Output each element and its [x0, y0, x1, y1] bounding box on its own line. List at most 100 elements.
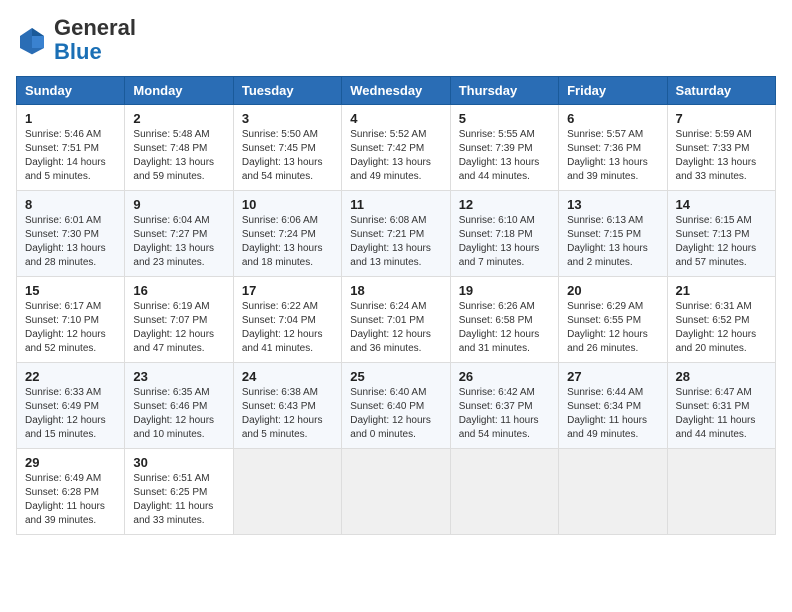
sunset-text: Sunset: 6:46 PM — [133, 401, 207, 412]
calendar-day-cell: 7 Sunrise: 5:59 AM Sunset: 7:33 PM Dayli… — [667, 105, 775, 191]
sunset-text: Sunset: 6:34 PM — [567, 401, 641, 412]
sunrise-text: Sunrise: 6:38 AM — [242, 387, 318, 398]
day-number: 8 — [25, 197, 116, 212]
calendar-week-row: 15 Sunrise: 6:17 AM Sunset: 7:10 PM Dayl… — [17, 277, 776, 363]
calendar-day-cell: 25 Sunrise: 6:40 AM Sunset: 6:40 PM Dayl… — [342, 363, 450, 449]
sunset-text: Sunset: 7:15 PM — [567, 229, 641, 240]
daylight-text: Daylight: 11 hours and 49 minutes. — [567, 415, 647, 440]
sunrise-text: Sunrise: 6:10 AM — [459, 215, 535, 226]
calendar-day-cell: 18 Sunrise: 6:24 AM Sunset: 7:01 PM Dayl… — [342, 277, 450, 363]
calendar-day-cell — [559, 449, 667, 535]
weekday-header: Sunday — [17, 77, 125, 105]
day-info: Sunrise: 6:08 AM Sunset: 7:21 PM Dayligh… — [350, 214, 441, 270]
sunset-text: Sunset: 7:27 PM — [133, 229, 207, 240]
day-number: 14 — [676, 197, 767, 212]
day-info: Sunrise: 6:38 AM Sunset: 6:43 PM Dayligh… — [242, 386, 333, 442]
sunset-text: Sunset: 7:45 PM — [242, 143, 316, 154]
calendar-day-cell: 19 Sunrise: 6:26 AM Sunset: 6:58 PM Dayl… — [450, 277, 558, 363]
sunrise-text: Sunrise: 6:47 AM — [676, 387, 752, 398]
daylight-text: Daylight: 13 hours and 54 minutes. — [242, 157, 323, 182]
sunset-text: Sunset: 7:36 PM — [567, 143, 641, 154]
sunset-text: Sunset: 7:51 PM — [25, 143, 99, 154]
calendar-week-row: 8 Sunrise: 6:01 AM Sunset: 7:30 PM Dayli… — [17, 191, 776, 277]
day-number: 9 — [133, 197, 224, 212]
sunrise-text: Sunrise: 6:26 AM — [459, 301, 535, 312]
sunrise-text: Sunrise: 6:08 AM — [350, 215, 426, 226]
calendar-day-cell: 24 Sunrise: 6:38 AM Sunset: 6:43 PM Dayl… — [233, 363, 341, 449]
calendar-day-cell: 6 Sunrise: 5:57 AM Sunset: 7:36 PM Dayli… — [559, 105, 667, 191]
daylight-text: Daylight: 13 hours and 59 minutes. — [133, 157, 214, 182]
calendar-day-cell: 15 Sunrise: 6:17 AM Sunset: 7:10 PM Dayl… — [17, 277, 125, 363]
calendar-day-cell: 10 Sunrise: 6:06 AM Sunset: 7:24 PM Dayl… — [233, 191, 341, 277]
sunrise-text: Sunrise: 6:42 AM — [459, 387, 535, 398]
sunset-text: Sunset: 7:48 PM — [133, 143, 207, 154]
calendar-table: SundayMondayTuesdayWednesdayThursdayFrid… — [16, 76, 776, 535]
daylight-text: Daylight: 12 hours and 15 minutes. — [25, 415, 106, 440]
sunrise-text: Sunrise: 6:33 AM — [25, 387, 101, 398]
sunrise-text: Sunrise: 5:55 AM — [459, 129, 535, 140]
sunrise-text: Sunrise: 6:40 AM — [350, 387, 426, 398]
daylight-text: Daylight: 12 hours and 52 minutes. — [25, 329, 106, 354]
daylight-text: Daylight: 14 hours and 5 minutes. — [25, 157, 106, 182]
sunrise-text: Sunrise: 6:19 AM — [133, 301, 209, 312]
daylight-text: Daylight: 13 hours and 39 minutes. — [567, 157, 648, 182]
sunrise-text: Sunrise: 6:06 AM — [242, 215, 318, 226]
weekday-header: Wednesday — [342, 77, 450, 105]
sunset-text: Sunset: 7:24 PM — [242, 229, 316, 240]
day-number: 6 — [567, 111, 658, 126]
logo-general-text: General — [54, 15, 136, 40]
sunset-text: Sunset: 7:07 PM — [133, 315, 207, 326]
daylight-text: Daylight: 12 hours and 36 minutes. — [350, 329, 431, 354]
weekday-header: Monday — [125, 77, 233, 105]
daylight-text: Daylight: 12 hours and 0 minutes. — [350, 415, 431, 440]
calendar-day-cell: 17 Sunrise: 6:22 AM Sunset: 7:04 PM Dayl… — [233, 277, 341, 363]
daylight-text: Daylight: 13 hours and 44 minutes. — [459, 157, 540, 182]
sunset-text: Sunset: 6:31 PM — [676, 401, 750, 412]
calendar-day-cell: 8 Sunrise: 6:01 AM Sunset: 7:30 PM Dayli… — [17, 191, 125, 277]
calendar-day-cell: 1 Sunrise: 5:46 AM Sunset: 7:51 PM Dayli… — [17, 105, 125, 191]
calendar-day-cell: 21 Sunrise: 6:31 AM Sunset: 6:52 PM Dayl… — [667, 277, 775, 363]
day-number: 11 — [350, 197, 441, 212]
sunrise-text: Sunrise: 6:49 AM — [25, 473, 101, 484]
daylight-text: Daylight: 12 hours and 47 minutes. — [133, 329, 214, 354]
sunrise-text: Sunrise: 6:31 AM — [676, 301, 752, 312]
day-number: 25 — [350, 369, 441, 384]
day-number: 18 — [350, 283, 441, 298]
daylight-text: Daylight: 13 hours and 18 minutes. — [242, 243, 323, 268]
sunrise-text: Sunrise: 6:44 AM — [567, 387, 643, 398]
weekday-header: Tuesday — [233, 77, 341, 105]
sunset-text: Sunset: 6:58 PM — [459, 315, 533, 326]
calendar-day-cell — [342, 449, 450, 535]
sunset-text: Sunset: 6:55 PM — [567, 315, 641, 326]
daylight-text: Daylight: 13 hours and 49 minutes. — [350, 157, 431, 182]
calendar-day-cell: 4 Sunrise: 5:52 AM Sunset: 7:42 PM Dayli… — [342, 105, 450, 191]
sunset-text: Sunset: 7:10 PM — [25, 315, 99, 326]
day-number: 21 — [676, 283, 767, 298]
day-info: Sunrise: 6:35 AM Sunset: 6:46 PM Dayligh… — [133, 386, 224, 442]
day-number: 12 — [459, 197, 550, 212]
sunrise-text: Sunrise: 6:29 AM — [567, 301, 643, 312]
calendar-day-cell: 9 Sunrise: 6:04 AM Sunset: 7:27 PM Dayli… — [125, 191, 233, 277]
sunrise-text: Sunrise: 5:59 AM — [676, 129, 752, 140]
calendar-day-cell: 23 Sunrise: 6:35 AM Sunset: 6:46 PM Dayl… — [125, 363, 233, 449]
daylight-text: Daylight: 12 hours and 31 minutes. — [459, 329, 540, 354]
day-number: 10 — [242, 197, 333, 212]
calendar-day-cell: 22 Sunrise: 6:33 AM Sunset: 6:49 PM Dayl… — [17, 363, 125, 449]
day-number: 5 — [459, 111, 550, 126]
daylight-text: Daylight: 12 hours and 26 minutes. — [567, 329, 648, 354]
sunrise-text: Sunrise: 6:51 AM — [133, 473, 209, 484]
daylight-text: Daylight: 11 hours and 33 minutes. — [133, 501, 213, 526]
sunset-text: Sunset: 6:25 PM — [133, 487, 207, 498]
day-number: 24 — [242, 369, 333, 384]
day-info: Sunrise: 6:31 AM Sunset: 6:52 PM Dayligh… — [676, 300, 767, 356]
day-info: Sunrise: 6:06 AM Sunset: 7:24 PM Dayligh… — [242, 214, 333, 270]
sunset-text: Sunset: 6:49 PM — [25, 401, 99, 412]
sunset-text: Sunset: 6:37 PM — [459, 401, 533, 412]
sunset-text: Sunset: 7:42 PM — [350, 143, 424, 154]
sunrise-text: Sunrise: 6:01 AM — [25, 215, 101, 226]
logo-blue-text: Blue — [54, 39, 102, 64]
sunrise-text: Sunrise: 6:13 AM — [567, 215, 643, 226]
daylight-text: Daylight: 13 hours and 33 minutes. — [676, 157, 757, 182]
sunrise-text: Sunrise: 6:24 AM — [350, 301, 426, 312]
day-info: Sunrise: 6:17 AM Sunset: 7:10 PM Dayligh… — [25, 300, 116, 356]
